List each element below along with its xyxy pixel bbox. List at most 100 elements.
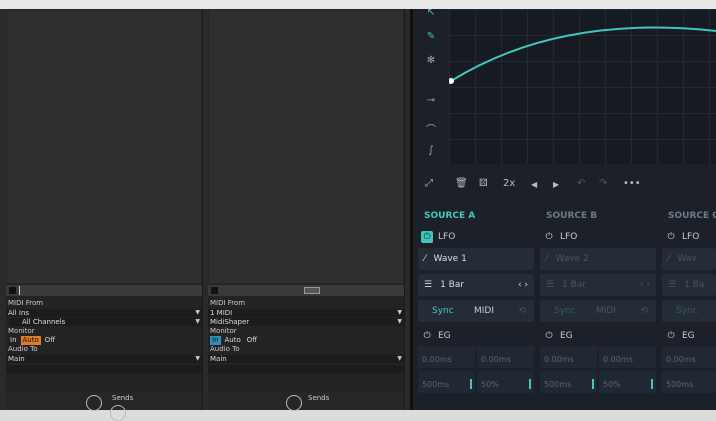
sync-mode: Sync xyxy=(662,300,716,322)
send-knob[interactable] xyxy=(86,395,102,411)
rate-stepper-icon[interactable]: ‹ › xyxy=(640,274,650,296)
top-bar xyxy=(0,0,716,9)
shift-left-icon[interactable]: ◀ xyxy=(531,180,537,189)
power-icon[interactable]: ⏻ xyxy=(543,231,555,243)
lfo-curve-svg xyxy=(449,26,716,84)
lfo-plugin: ↖ ✎ ✻ ⊸ ⌒ ∫ ⤢ 🗑 ⚄ 2x ◀ ▶ ↶ ↷ ••• SOURCE … xyxy=(413,7,716,410)
sync-button[interactable]: Sync xyxy=(676,300,698,322)
shift-right-icon[interactable]: ▶ xyxy=(553,180,559,189)
scatter-icon[interactable]: ✻ xyxy=(423,55,439,66)
wave-select[interactable]: ⁄ Wave 2 xyxy=(540,248,656,270)
midi-channel-select[interactable]: All Channels ▼ xyxy=(10,318,202,326)
lfo-curve-editor[interactable] xyxy=(449,9,716,164)
eg-param[interactable]: 0.00ms xyxy=(477,346,534,368)
rate-select[interactable]: ☰ 1 Ba xyxy=(662,274,716,296)
eg-param[interactable]: 50% xyxy=(477,371,534,393)
level-bar xyxy=(592,379,594,389)
sends-section: Sends xyxy=(6,391,202,421)
source-b-tab[interactable]: SOURCE B xyxy=(546,211,597,221)
eg-param[interactable]: 0.00ms xyxy=(662,346,716,368)
clip-slot-area[interactable] xyxy=(208,9,404,284)
send-knob-b[interactable] xyxy=(110,405,126,421)
redo-icon[interactable]: ↷ xyxy=(599,178,607,189)
lfo-header: ⏻ LFO xyxy=(418,226,534,248)
clip-slot-area[interactable] xyxy=(6,9,202,284)
track-strip[interactable] xyxy=(6,285,202,296)
power-icon[interactable]: ⏻ xyxy=(665,330,677,342)
audio-to-channel[interactable] xyxy=(208,365,404,373)
rate-stepper-icon[interactable]: ‹ › xyxy=(518,274,528,296)
wave-select[interactable]: ⁄ Wav xyxy=(662,248,716,270)
power-icon[interactable]: ⏻ xyxy=(665,231,677,243)
source-a-tab[interactable]: SOURCE A xyxy=(424,211,475,221)
monitor-in-button[interactable]: In xyxy=(210,336,221,345)
eg-param[interactable]: 500ms xyxy=(418,371,475,393)
eg-row-2: 500ms xyxy=(662,371,716,393)
midi-from-label: MIDI From xyxy=(210,299,246,307)
line-icon[interactable]: ⊸ xyxy=(423,95,439,106)
eg-param[interactable]: 500ms xyxy=(540,371,597,393)
send-knob[interactable] xyxy=(286,395,302,411)
power-icon[interactable]: ⏻ xyxy=(421,330,433,342)
eg-param[interactable]: 500ms xyxy=(662,371,716,393)
midi-button[interactable]: MIDI xyxy=(474,300,494,322)
midi-from-select[interactable]: All Ins ▼ xyxy=(6,309,202,317)
clip-icon[interactable] xyxy=(304,287,320,294)
audio-to-select[interactable]: Main ▼ xyxy=(208,355,404,363)
audio-to-label: Audio To xyxy=(8,345,38,353)
stop-icon[interactable] xyxy=(211,287,218,294)
dice-icon[interactable]: ⚄ xyxy=(479,178,488,189)
more-button[interactable]: ••• xyxy=(623,178,641,189)
curve-icon[interactable]: ⌒ xyxy=(423,121,439,136)
level-bar xyxy=(651,379,653,389)
lfo-curve[interactable] xyxy=(450,26,716,82)
sends-label: Sends xyxy=(112,394,134,402)
eg-header: ⏻ EG xyxy=(418,326,534,346)
eg-row-1: 0.00ms 0.00ms xyxy=(418,346,534,368)
monitor-off-button[interactable]: Off xyxy=(43,336,57,345)
pencil-icon: ⁄ xyxy=(424,254,426,264)
track-strip[interactable] xyxy=(208,285,404,296)
undo-icon[interactable]: ↶ xyxy=(577,178,585,189)
pointer-icon[interactable]: ↖ xyxy=(423,7,439,18)
monitor-auto-button[interactable]: Auto xyxy=(223,336,243,345)
midi-channel-select[interactable]: MidiShaper ▼ xyxy=(208,318,404,326)
audio-to-label: Audio To xyxy=(210,345,240,353)
monitor-label: Monitor xyxy=(210,327,237,335)
sends-label: Sends xyxy=(308,394,330,402)
sync-button[interactable]: Sync xyxy=(554,300,576,322)
rate-select[interactable]: ☰ 1 Bar ‹ › xyxy=(540,274,656,296)
pencil-icon: ⁄ xyxy=(668,254,670,264)
power-icon[interactable]: ⏻ xyxy=(421,230,433,243)
eg-param[interactable]: 0.00ms xyxy=(599,346,656,368)
sync-button[interactable]: Sync xyxy=(432,300,454,322)
stop-icon[interactable] xyxy=(9,287,16,294)
power-icon[interactable]: ⏻ xyxy=(543,330,555,342)
s-curve-icon[interactable]: ∫ xyxy=(423,145,439,156)
monitor-switch: In Auto Off xyxy=(6,336,202,345)
loop-icon[interactable]: ⟲ xyxy=(518,300,526,322)
monitor-in-button[interactable]: In xyxy=(8,336,19,345)
eg-row-1: 0.00ms xyxy=(662,346,716,368)
wave-select[interactable]: ⁄ Wave 1 xyxy=(418,248,534,270)
pen-icon[interactable]: ✎ xyxy=(423,31,439,42)
expand-icon[interactable]: ⤢ xyxy=(425,178,433,189)
source-c: ⏻ LFO ⁄ Wav ☰ 1 Ba Sync ⏻ EG 0.00ms 500ms xyxy=(662,226,716,393)
eg-param[interactable]: 50% xyxy=(599,371,656,393)
zoom-button[interactable]: 2x xyxy=(503,178,515,189)
midi-from-select[interactable]: 1 MIDI ▼ xyxy=(208,309,404,317)
chevron-down-icon: ▼ xyxy=(195,355,200,362)
rate-select[interactable]: ☰ 1 Bar ‹ › xyxy=(418,274,534,296)
monitor-auto-button[interactable]: Auto xyxy=(20,336,41,345)
midi-button[interactable]: MIDI xyxy=(596,300,616,322)
monitor-off-button[interactable]: Off xyxy=(245,336,259,345)
audio-to-channel[interactable] xyxy=(6,365,202,373)
source-c-tab[interactable]: SOURCE C xyxy=(668,211,716,221)
track-io: MIDI From 1 MIDI ▼ MidiShaper ▼ Monitor In… xyxy=(208,299,404,373)
eg-row-1: 0.00ms 0.00ms xyxy=(540,346,656,368)
loop-icon[interactable]: ⟲ xyxy=(640,300,648,322)
eg-param[interactable]: 0.00ms xyxy=(418,346,475,368)
audio-to-select[interactable]: Main ▼ xyxy=(6,355,202,363)
eg-param[interactable]: 0.00ms xyxy=(540,346,597,368)
trash-icon[interactable]: 🗑 xyxy=(455,178,468,189)
